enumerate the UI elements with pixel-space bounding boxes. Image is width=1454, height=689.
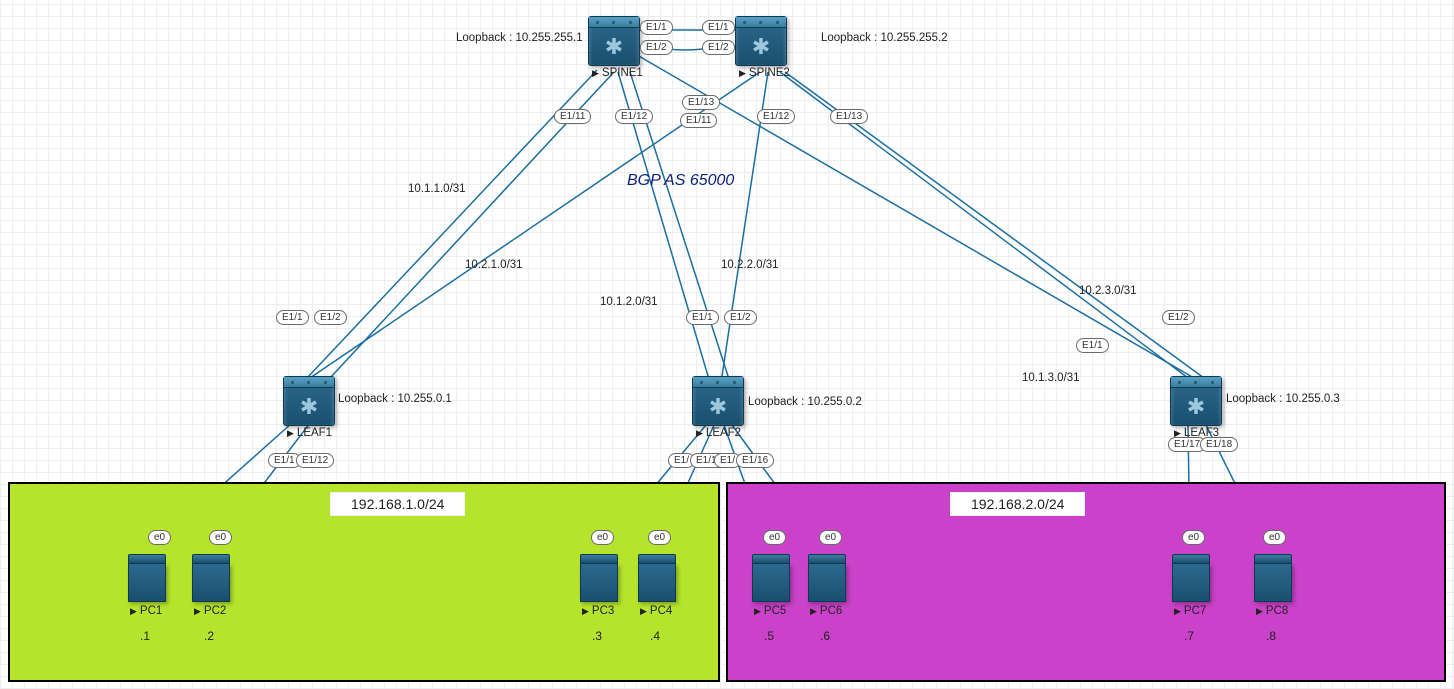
topology-canvas[interactable]: ✱ SPINE1 Loopback : 10.255.255.1 ✱ SPINE… [0, 0, 1454, 689]
link-1021: 10.2.1.0/31 [465, 259, 523, 271]
pc7-ip: .7 [1184, 629, 1194, 643]
pc2-name: PC2 [194, 605, 226, 617]
spine2-e113: E1/13 [830, 109, 868, 124]
pc1-ip: .1 [140, 629, 150, 643]
pc4-ip: .4 [650, 629, 660, 643]
pc2-port: e0 [209, 530, 232, 545]
subnet2-label: 192.168.2.0/24 [950, 492, 1085, 516]
pc5-device[interactable] [752, 554, 788, 602]
spine2-e112: E1/12 [757, 109, 795, 124]
pc8-device[interactable] [1254, 554, 1290, 602]
link-1012: 10.1.2.0/31 [600, 296, 658, 308]
pc8-ip: .8 [1266, 629, 1276, 643]
spine1-e11: E1/1 [640, 20, 673, 35]
pc2-device[interactable] [192, 554, 228, 602]
pc7-port: e0 [1182, 530, 1205, 545]
pc6-device[interactable] [808, 554, 844, 602]
spine1-e113: E1/13 [682, 95, 720, 110]
pc7-device[interactable] [1172, 554, 1208, 602]
pc5-ip: .5 [764, 629, 774, 643]
pc5-name: PC5 [754, 605, 786, 617]
spine2-device[interactable]: ✱ [735, 16, 787, 66]
pc6-ip: .6 [820, 629, 830, 643]
leaf3-device[interactable]: ✱ [1170, 376, 1222, 426]
pc3-port: e0 [591, 530, 614, 545]
spine2-e11-in: E1/1 [702, 20, 735, 35]
leaf2-loopback: Loopback : 10.255.0.2 [748, 396, 862, 408]
spine1-e112: E1/12 [615, 109, 653, 124]
pc6-port: e0 [819, 530, 842, 545]
leaf3-acc18: E1/18 [1200, 437, 1238, 452]
spine2-e111: E1/11 [680, 113, 717, 128]
pc8-port: e0 [1263, 530, 1286, 545]
pc3-ip: .3 [592, 629, 602, 643]
leaf3-loopback: Loopback : 10.255.0.3 [1226, 393, 1340, 405]
pc4-name: PC4 [640, 605, 672, 617]
switch-icon: ✱ [752, 34, 770, 60]
pc7-name: PC7 [1174, 605, 1206, 617]
leaf2-name: LEAF2 [696, 427, 741, 439]
switch-icon: ✱ [605, 34, 623, 60]
leaf2-e11: E1/1 [686, 310, 719, 325]
subnet1-label: 192.168.1.0/24 [330, 492, 465, 516]
pc3-name: PC3 [582, 605, 614, 617]
bgp-as-label: BGP AS 65000 [627, 172, 734, 190]
pc1-device[interactable] [128, 554, 164, 602]
spine1-device[interactable]: ✱ [588, 16, 640, 66]
leaf1-device[interactable]: ✱ [283, 376, 335, 426]
spine1-e111: E1/11 [554, 109, 591, 124]
pc8-name: PC8 [1256, 605, 1288, 617]
link-1023: 10.2.3.0/31 [1079, 285, 1137, 297]
leaf1-loopback: Loopback : 10.255.0.1 [338, 393, 452, 405]
leaf1-acc12: E1/12 [296, 453, 334, 468]
spine1-loopback: Loopback : 10.255.255.1 [456, 32, 583, 44]
leaf2-e12: E1/2 [724, 310, 757, 325]
leaf1-e11: E1/1 [276, 310, 309, 325]
pc6-name: PC6 [810, 605, 842, 617]
pc4-port: e0 [648, 530, 671, 545]
spine1-name: SPINE1 [592, 67, 643, 79]
link-1011: 10.1.1.0/31 [408, 183, 466, 195]
spine2-name: SPINE2 [739, 67, 790, 79]
spine2-loopback: Loopback : 10.255.255.2 [821, 32, 948, 44]
pc3-device[interactable] [580, 554, 616, 602]
leaf3-e12: E1/2 [1162, 310, 1195, 325]
leaf1-e12: E1/2 [314, 310, 347, 325]
pc2-ip: .2 [204, 629, 214, 643]
link-1013: 10.1.3.0/31 [1022, 372, 1080, 384]
pc4-device[interactable] [638, 554, 674, 602]
leaf2-device[interactable]: ✱ [692, 376, 744, 426]
switch-icon: ✱ [1187, 394, 1205, 420]
pc5-port: e0 [763, 530, 786, 545]
pc1-port: e0 [148, 530, 171, 545]
leaf3-e11: E1/1 [1076, 338, 1109, 353]
pc1-name: PC1 [130, 605, 162, 617]
switch-icon: ✱ [709, 394, 727, 420]
leaf1-name: LEAF1 [287, 427, 332, 439]
spine2-e12-in: E1/2 [702, 40, 735, 55]
leaf2-acc16: E1/16 [736, 453, 774, 468]
spine1-e12: E1/2 [640, 40, 673, 55]
link-1022: 10.2.2.0/31 [721, 259, 779, 271]
switch-icon: ✱ [300, 394, 318, 420]
